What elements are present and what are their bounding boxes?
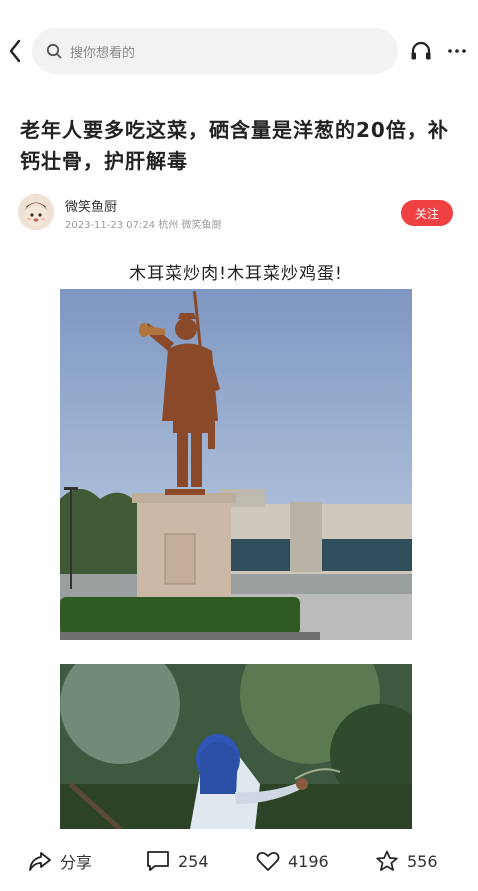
search-placeholder: 搜你想看的 [70, 45, 136, 61]
share-label: 分享 [60, 853, 93, 872]
share-icon [29, 852, 51, 871]
like-button[interactable]: 4196 [256, 849, 329, 873]
comment-icon [147, 851, 169, 871]
author-meta: 2023-11-23 07:24 杭州 微笑鱼厨 [65, 220, 222, 231]
like-count: 4196 [288, 851, 329, 871]
avatar-illustration [18, 194, 54, 230]
more-dots-icon [448, 49, 466, 53]
search-bar[interactable]: 搜你想看的 [32, 28, 398, 74]
bottom-action-bar: 分享 254 4196 556 [0, 835, 478, 891]
article-subtitle: 木耳菜炒肉!木耳菜炒鸡蛋! [129, 264, 343, 284]
field-worker-photo[interactable] [60, 664, 412, 829]
author-name[interactable]: 微笑鱼厨 [65, 196, 117, 215]
favorite-count: 556 [407, 851, 438, 871]
headphones-icon [411, 41, 431, 60]
statue-photo[interactable] [60, 289, 412, 640]
follow-button[interactable]: 关注 [401, 200, 453, 226]
author-row: 微笑鱼厨 2023-11-23 07:24 杭州 微笑鱼厨 关注 [18, 194, 462, 234]
article-title: 老年人要多吃这菜，硒含量是洋葱的20倍，补钙壮骨，护肝解毒 [20, 118, 449, 173]
chevron-left-icon [9, 39, 21, 63]
back-button[interactable] [4, 36, 26, 66]
comment-button[interactable]: 254 [146, 849, 209, 873]
heart-icon [256, 851, 280, 871]
favorite-button[interactable]: 556 [375, 849, 438, 873]
share-button[interactable]: 分享 [28, 849, 92, 873]
search-icon [46, 43, 62, 59]
avatar[interactable] [18, 194, 54, 230]
listen-button[interactable] [408, 38, 434, 64]
more-button[interactable] [444, 38, 470, 64]
star-icon [376, 850, 398, 871]
statue-image [60, 289, 412, 640]
field-worker-image [60, 664, 412, 829]
comment-count: 254 [178, 851, 209, 871]
top-bar: 搜你想看的 [0, 0, 478, 100]
article-page: 搜你想看的 老年人要多吃这菜，硒含量是洋葱的20倍，补钙壮骨，护肝解毒 微笑鱼厨… [0, 0, 478, 891]
